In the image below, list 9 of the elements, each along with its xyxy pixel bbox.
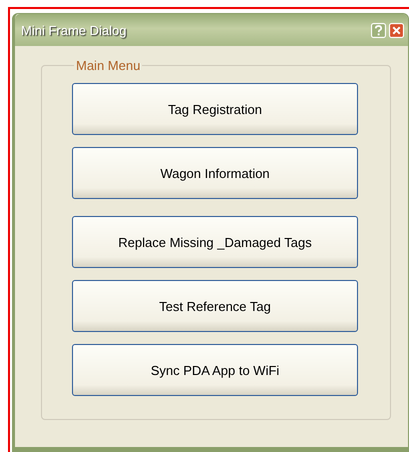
menu-button[interactable]: Wagon Information [72,147,358,199]
menu-button[interactable]: Sync PDA App to WiFi [72,344,358,396]
menu-button[interactable]: Tag Registration [72,83,358,135]
close-icon[interactable] [389,22,404,38]
help-icon[interactable] [371,22,386,38]
window-title: Mini Frame Dialog [21,22,128,38]
menu-button[interactable]: Test Reference Tag [72,280,358,332]
group-title: Main Menu [75,58,142,73]
menu-button[interactable]: Replace Missing _Damaged Tags [72,216,358,268]
